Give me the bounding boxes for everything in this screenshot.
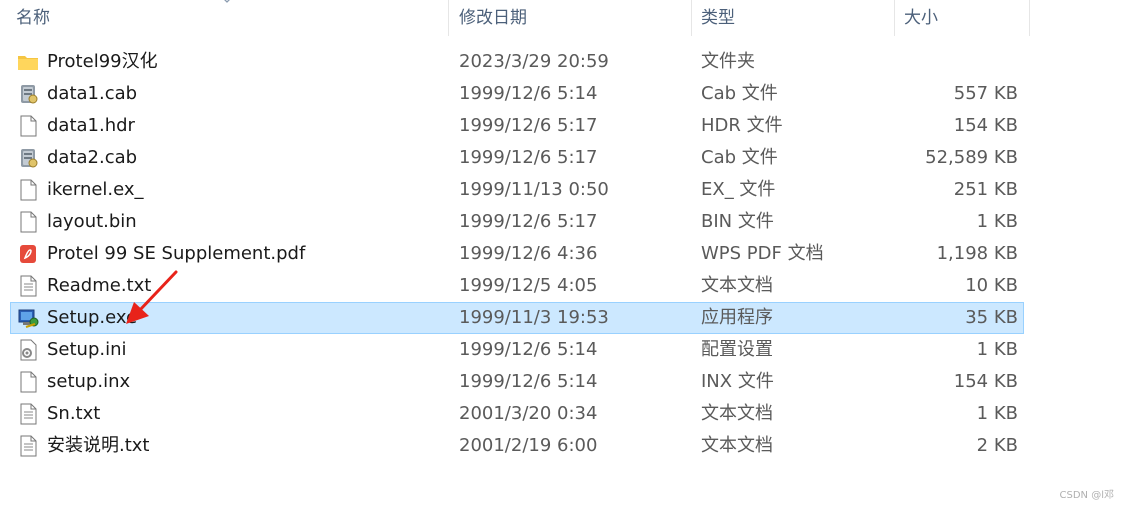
watermark: CSDN @l邓 xyxy=(1059,490,1114,501)
setup-exe-icon xyxy=(17,307,39,329)
column-header-name[interactable]: 名称 xyxy=(6,0,448,36)
file-modified-date: 2023/3/29 20:59 xyxy=(459,51,609,72)
file-size: 154 KB xyxy=(953,371,1018,392)
config-file-icon xyxy=(17,339,39,361)
generic-file-icon xyxy=(17,211,39,233)
column-header-size-label: 大小 xyxy=(904,8,938,28)
file-row[interactable]: Protel99汉化 2023/3/29 20:59 文件夹 xyxy=(0,46,1128,78)
column-header-type[interactable]: 类型 xyxy=(691,0,894,36)
column-divider[interactable] xyxy=(1029,0,1030,36)
file-name[interactable]: Sn.txt xyxy=(47,398,100,430)
file-size: 2 KB xyxy=(976,435,1018,456)
column-header-bar: 名称 修改日期 类型 大小 xyxy=(0,0,1128,36)
file-type: Cab 文件 xyxy=(701,83,778,104)
file-size: 35 KB xyxy=(965,307,1018,328)
file-row[interactable]: setup.inx 1999/12/6 5:14 INX 文件 154 KB xyxy=(0,366,1128,398)
file-modified-date: 1999/12/6 5:17 xyxy=(459,115,598,136)
text-file-icon xyxy=(17,435,39,457)
file-name[interactable]: Setup.exe xyxy=(47,302,137,334)
file-row[interactable]: data1.cab 1999/12/6 5:14 Cab 文件 557 KB xyxy=(0,78,1128,110)
generic-file-icon xyxy=(17,179,39,201)
file-modified-date: 1999/12/6 4:36 xyxy=(459,243,598,264)
column-header-name-label: 名称 xyxy=(16,8,50,28)
file-type: WPS PDF 文档 xyxy=(701,243,824,264)
file-modified-date: 1999/12/6 5:17 xyxy=(459,211,598,232)
file-name[interactable]: 安装说明.txt xyxy=(47,430,150,462)
column-header-date-label: 修改日期 xyxy=(459,8,527,28)
pdf-file-icon xyxy=(17,243,39,265)
file-name[interactable]: Setup.ini xyxy=(47,334,127,366)
file-type: 文件夹 xyxy=(701,51,755,72)
file-row[interactable]: data2.cab 1999/12/6 5:17 Cab 文件 52,589 KB xyxy=(0,142,1128,174)
file-name[interactable]: Protel99汉化 xyxy=(47,46,158,78)
file-row[interactable]: Sn.txt 2001/3/20 0:34 文本文档 1 KB xyxy=(0,398,1128,430)
file-row[interactable]: Setup.exe 1999/11/3 19:53 应用程序 35 KB xyxy=(0,302,1128,334)
cab-file-icon xyxy=(17,147,39,169)
file-list: Protel99汉化 2023/3/29 20:59 文件夹 data1.cab 199… xyxy=(0,46,1128,462)
file-type: 文本文档 xyxy=(701,435,773,456)
file-modified-date: 1999/12/6 5:14 xyxy=(459,339,598,360)
file-name[interactable]: layout.bin xyxy=(47,206,137,238)
file-row[interactable]: 安装说明.txt 2001/2/19 6:00 文本文档 2 KB xyxy=(0,430,1128,462)
file-name[interactable]: data1.cab xyxy=(47,78,137,110)
text-file-icon xyxy=(17,403,39,425)
file-size: 10 KB xyxy=(965,275,1018,296)
file-type: BIN 文件 xyxy=(701,211,774,232)
file-row[interactable]: Setup.ini 1999/12/6 5:14 配置设置 1 KB xyxy=(0,334,1128,366)
file-type: HDR 文件 xyxy=(701,115,783,136)
file-name[interactable]: Protel 99 SE Supplement.pdf xyxy=(47,238,305,270)
file-row[interactable]: data1.hdr 1999/12/6 5:17 HDR 文件 154 KB xyxy=(0,110,1128,142)
file-size: 251 KB xyxy=(953,179,1018,200)
generic-file-icon xyxy=(17,371,39,393)
file-modified-date: 2001/3/20 0:34 xyxy=(459,403,598,424)
file-row[interactable]: layout.bin 1999/12/6 5:17 BIN 文件 1 KB xyxy=(0,206,1128,238)
sort-ascending-icon xyxy=(224,0,230,3)
text-file-icon xyxy=(17,275,39,297)
file-name[interactable]: setup.inx xyxy=(47,366,130,398)
file-type: INX 文件 xyxy=(701,371,774,392)
file-modified-date: 1999/11/3 19:53 xyxy=(459,307,609,328)
file-modified-date: 1999/11/13 0:50 xyxy=(459,179,609,200)
file-size: 52,589 KB xyxy=(925,147,1018,168)
generic-file-icon xyxy=(17,115,39,137)
file-modified-date: 1999/12/6 5:14 xyxy=(459,371,598,392)
file-name[interactable]: Readme.txt xyxy=(47,270,151,302)
file-name[interactable]: ikernel.ex_ xyxy=(47,174,144,206)
file-type: 配置设置 xyxy=(701,339,773,360)
column-header-size[interactable]: 大小 xyxy=(894,0,1029,36)
file-size: 154 KB xyxy=(953,115,1018,136)
file-size: 1 KB xyxy=(976,211,1018,232)
column-header-type-label: 类型 xyxy=(701,8,735,28)
file-size: 1 KB xyxy=(976,339,1018,360)
file-modified-date: 1999/12/6 5:14 xyxy=(459,83,598,104)
file-type: Cab 文件 xyxy=(701,147,778,168)
file-name[interactable]: data1.hdr xyxy=(47,110,135,142)
folder-icon xyxy=(17,51,39,73)
file-row[interactable]: Protel 99 SE Supplement.pdf 1999/12/6 4:3… xyxy=(0,238,1128,270)
file-row[interactable]: ikernel.ex_ 1999/11/13 0:50 EX_ 文件 251 KB xyxy=(0,174,1128,206)
file-type: 文本文档 xyxy=(701,275,773,296)
file-type: 应用程序 xyxy=(701,307,773,328)
file-type: 文本文档 xyxy=(701,403,773,424)
cab-file-icon xyxy=(17,83,39,105)
file-size: 557 KB xyxy=(953,83,1018,104)
file-modified-date: 1999/12/5 4:05 xyxy=(459,275,598,296)
file-size: 1 KB xyxy=(976,403,1018,424)
file-size: 1,198 KB xyxy=(936,243,1018,264)
file-name[interactable]: data2.cab xyxy=(47,142,137,174)
column-header-date[interactable]: 修改日期 xyxy=(449,0,691,36)
file-modified-date: 1999/12/6 5:17 xyxy=(459,147,598,168)
file-row[interactable]: Readme.txt 1999/12/5 4:05 文本文档 10 KB xyxy=(0,270,1128,302)
file-modified-date: 2001/2/19 6:00 xyxy=(459,435,598,456)
file-type: EX_ 文件 xyxy=(701,179,776,200)
